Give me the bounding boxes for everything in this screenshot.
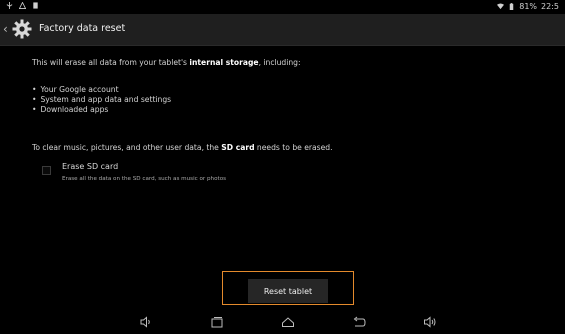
bullet-dot: • xyxy=(32,105,37,114)
status-left-icons xyxy=(6,2,39,9)
sd-card-notice: To clear music, pictures, and other user… xyxy=(32,143,333,152)
battery-icon xyxy=(510,3,514,10)
list-item: • Downloaded apps xyxy=(32,105,171,115)
settings-gear-icon[interactable] xyxy=(12,19,32,39)
list-item-label: Your Google account xyxy=(40,85,119,94)
intro-bold: internal storage xyxy=(189,58,259,67)
notice-suffix: needs to be erased. xyxy=(254,143,333,152)
volume-down-icon[interactable] xyxy=(139,315,153,329)
clock: 22:5 xyxy=(541,2,559,11)
list-item-label: Downloaded apps xyxy=(40,105,109,114)
intro-text: This will erase all data from your table… xyxy=(32,58,301,67)
data-list: • Your Google account • System and app dat… xyxy=(32,85,171,115)
erase-sd-checkbox[interactable] xyxy=(42,166,51,175)
intro-suffix: , including: xyxy=(258,58,301,67)
back-icon[interactable] xyxy=(352,315,366,329)
intro-prefix: This will erase all data from your table… xyxy=(32,58,190,67)
recent-apps-icon[interactable] xyxy=(210,315,224,329)
status-bar: 81% 22:5 xyxy=(0,0,565,14)
bullet-dot: • xyxy=(32,95,37,104)
usb-icon xyxy=(6,2,13,9)
notice-prefix: To clear music, pictures, and other user… xyxy=(32,143,222,152)
page-title: Factory data reset xyxy=(39,23,126,34)
action-bar[interactable]: ‹ Factory data reset xyxy=(0,14,565,46)
up-chevron-icon[interactable]: ‹ xyxy=(3,22,8,36)
list-item-label: System and app data and settings xyxy=(40,95,172,104)
sd-card-icon xyxy=(33,2,38,9)
notice-bold: SD card xyxy=(221,143,255,152)
navigation-bar xyxy=(0,310,565,334)
wifi-icon xyxy=(497,3,505,10)
erase-sd-description: Erase all the data on the SD card, such … xyxy=(62,176,227,182)
erase-sd-label[interactable]: Erase SD card xyxy=(62,162,118,171)
list-item: • Your Google account xyxy=(32,85,171,95)
battery-percent: 81% xyxy=(519,2,538,11)
bullet-dot: • xyxy=(32,85,37,94)
list-item: • System and app data and settings xyxy=(32,95,171,105)
warning-icon xyxy=(19,2,26,9)
volume-up-icon[interactable] xyxy=(423,315,437,329)
status-right-icons: 81% 22:5 xyxy=(497,2,559,11)
reset-tablet-button[interactable]: Reset tablet xyxy=(248,279,328,303)
home-icon[interactable] xyxy=(281,315,295,329)
